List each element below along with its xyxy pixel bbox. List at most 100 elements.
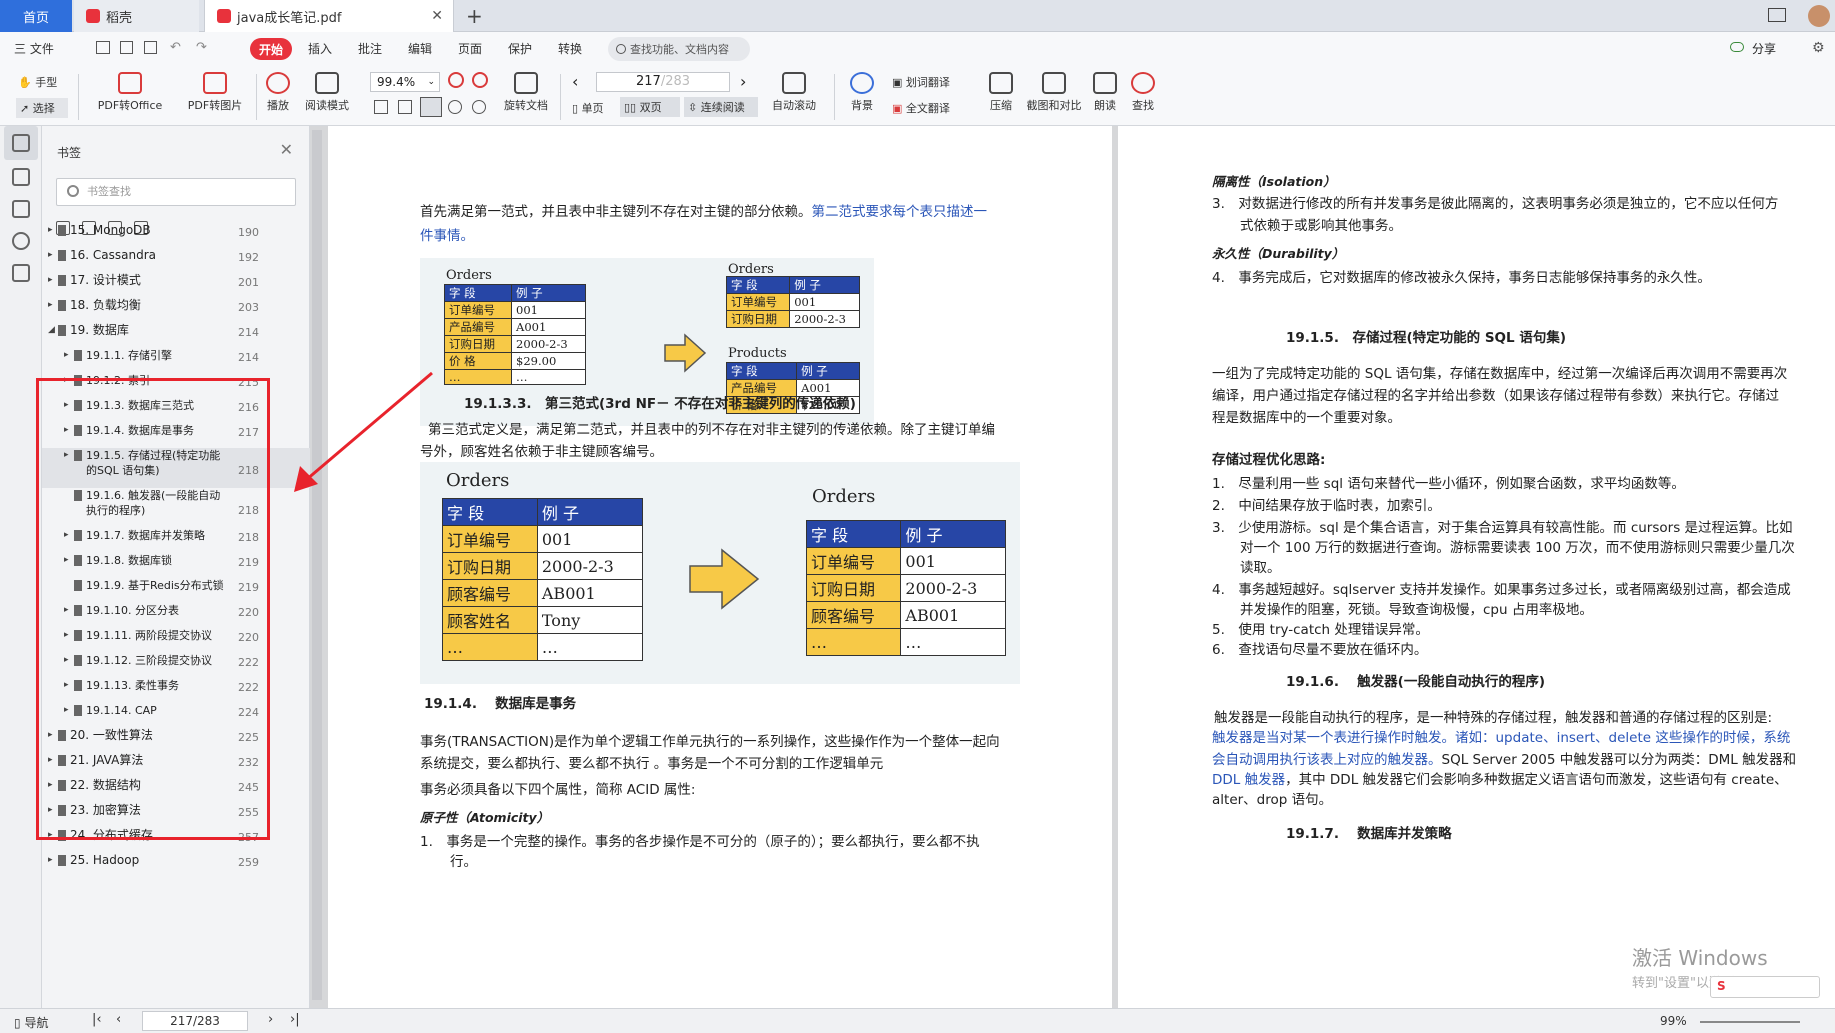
single-page-button[interactable]: ▯ 单页 [572, 100, 616, 116]
menu-convert[interactable]: 转换 [558, 40, 582, 57]
word-translate-button[interactable]: ▣ 划词翻译 [892, 74, 982, 90]
zoom-slider[interactable] [1700, 1021, 1800, 1023]
status-page-box[interactable]: 217/283 [142, 1011, 248, 1031]
tab-home[interactable]: 首页 [0, 0, 72, 32]
tab-daoke[interactable]: 稻壳 [74, 0, 199, 32]
rotate-doc-button[interactable]: 旋转文档 [500, 72, 552, 113]
table-cell: 订购日期 [443, 335, 513, 353]
menu-start[interactable]: 开始 [250, 38, 292, 60]
expand-arrow-icon[interactable]: ◢ [48, 325, 55, 335]
scrollbar-left[interactable] [312, 130, 322, 1000]
settings-icon[interactable]: ⚙ [1812, 40, 1825, 56]
fit-page-icon[interactable] [398, 100, 412, 114]
share-button[interactable]: 分享 [1752, 40, 1776, 57]
thumbnail-icon[interactable] [12, 168, 30, 186]
p4: 事务必须具备以下四个属性，简称 ACID 属性: [420, 782, 696, 798]
bookmark-item[interactable]: ◢ 19. 数据库 214 [42, 323, 310, 348]
save-icon[interactable] [120, 41, 133, 54]
background-button[interactable]: 背景 [842, 72, 882, 113]
ime-toolbar[interactable]: S [1710, 976, 1820, 998]
fit-width-icon[interactable] [420, 97, 442, 117]
read-aloud-icon [1093, 72, 1117, 94]
menu-protect[interactable]: 保护 [508, 40, 532, 57]
find-button[interactable]: 查找 [1128, 72, 1158, 113]
tab-daoke-label: 稻壳 [106, 10, 133, 26]
zoom-out-icon[interactable] [448, 72, 464, 88]
rotate-left-icon[interactable] [448, 100, 462, 114]
expand-arrow-icon[interactable]: ▸ [48, 855, 53, 865]
expand-arrow-icon[interactable]: ▸ [48, 250, 53, 260]
table-cell: 订单编号 [725, 293, 791, 311]
redo-icon[interactable]: ↷ [196, 40, 207, 55]
table-cell: 订单编号 [443, 301, 513, 319]
avatar[interactable] [1808, 5, 1830, 27]
p6d-link[interactable]: DDL 触发器 [1212, 772, 1285, 788]
menu-edit[interactable]: 编辑 [408, 40, 432, 57]
read-mode-button[interactable]: 阅读模式 [300, 72, 354, 113]
read-aloud-button[interactable]: 朗读 [1090, 72, 1120, 113]
comment-icon[interactable] [12, 200, 30, 218]
close-icon[interactable]: ✕ [431, 8, 443, 24]
open-icon[interactable] [96, 41, 110, 54]
expand-arrow-icon[interactable]: ▸ [48, 225, 53, 235]
arrow-right-icon [663, 333, 707, 376]
prev-page-icon[interactable]: ‹ [116, 1012, 121, 1027]
menu-annotate[interactable]: 批注 [358, 40, 382, 57]
next-page-icon[interactable]: › [268, 1012, 273, 1027]
bookmark-item[interactable]: ▸ 18. 负载均衡 203 [42, 298, 310, 323]
expand-arrow-icon[interactable]: ▸ [64, 350, 69, 360]
menu-insert[interactable]: 插入 [308, 40, 332, 57]
screenshot-compare-button[interactable]: 截图和对比 [1022, 72, 1086, 113]
menu-file[interactable]: 三 文件 [14, 40, 54, 57]
zoom-in-icon[interactable] [472, 72, 488, 88]
pdf-to-office-button[interactable]: PDF转Office [90, 72, 170, 113]
bookmark-icon[interactable] [12, 134, 30, 152]
heading-1915: 19.1.5. 存储过程(特定功能的 SQL 语句集) [1286, 330, 1566, 346]
menu-page[interactable]: 页面 [458, 40, 482, 57]
cloud-icon[interactable] [1730, 42, 1744, 52]
page-input[interactable]: 217/283 [596, 72, 730, 92]
auto-scroll-button[interactable]: 自动滚动 [764, 72, 824, 113]
p6b-link[interactable]: 触发器是当对某一个表进行操作时触发。诸如：update、insert、delet… [1212, 726, 1790, 750]
function-search[interactable]: 查找功能、文档内容 [608, 37, 750, 61]
signature-icon[interactable] [12, 264, 30, 282]
zoom-select[interactable]: 99.4% ⌄ [370, 72, 440, 92]
last-page-icon[interactable]: ›| [290, 1012, 300, 1027]
continuous-button[interactable]: ⇳ 连续阅读 [684, 97, 758, 117]
attachment-icon[interactable] [12, 232, 30, 250]
actual-size-icon[interactable] [374, 100, 388, 114]
compress-button[interactable]: 压缩 [984, 72, 1018, 113]
table-header-cell: 字 段 [725, 276, 791, 294]
double-page-button[interactable]: ▯▯ 双页 [620, 97, 680, 117]
table-cell: 001 [900, 547, 1006, 575]
next-page-icon[interactable]: › [740, 72, 746, 91]
select-tool[interactable]: ➚ 选择 [16, 98, 68, 118]
window-count-icon[interactable] [1768, 8, 1786, 22]
new-tab-plus-icon[interactable]: + [466, 4, 483, 28]
expand-arrow-icon[interactable]: ▸ [48, 275, 53, 285]
rotate-right-icon[interactable] [472, 100, 486, 114]
bookmark-item[interactable]: ▸ 17. 设计模式 201 [42, 273, 310, 298]
print-icon[interactable] [144, 41, 157, 54]
hand-tool[interactable]: ✋ 手型 [18, 74, 68, 90]
p1b-link[interactable]: 第二范式要求每个表只描述一 [812, 204, 988, 220]
table-row: 订购日期 2000-2-3 [725, 310, 860, 328]
bookmark-item[interactable]: ▸ 19.1.1. 存储引擎 214 [42, 348, 310, 373]
prev-page-icon[interactable]: ‹ [572, 72, 578, 91]
pdf-to-image-button[interactable]: PDF转图片 [180, 72, 250, 113]
status-zoom[interactable]: 99% [1660, 1014, 1687, 1028]
bookmark-search-input[interactable]: 书签查找 [56, 178, 296, 206]
close-icon[interactable]: ✕ [280, 140, 293, 159]
p1c-link[interactable]: 件事情。 [420, 224, 474, 248]
bookmark-item[interactable]: ▸ 16. Cassandra 192 [42, 248, 310, 273]
bookmark-item[interactable]: ▸ 15. MongoDB 190 [42, 223, 310, 248]
play-button[interactable]: 播放 [262, 72, 294, 113]
full-translate-button[interactable]: ▣ 全文翻译 [892, 100, 982, 116]
first-page-icon[interactable]: |‹ [92, 1012, 102, 1027]
undo-icon[interactable]: ↶ [170, 40, 181, 55]
expand-arrow-icon[interactable]: ▸ [48, 300, 53, 310]
bookmark-item[interactable]: ▸ 25. Hadoop 259 [42, 853, 310, 878]
nav-toggle[interactable]: ▯ 导航 [14, 1014, 48, 1031]
tab-pdf[interactable]: java成长笔记.pdf ✕ [204, 0, 454, 32]
p6c-link[interactable]: 会自动调用执行该表上对应的触发器。 [1212, 752, 1442, 768]
